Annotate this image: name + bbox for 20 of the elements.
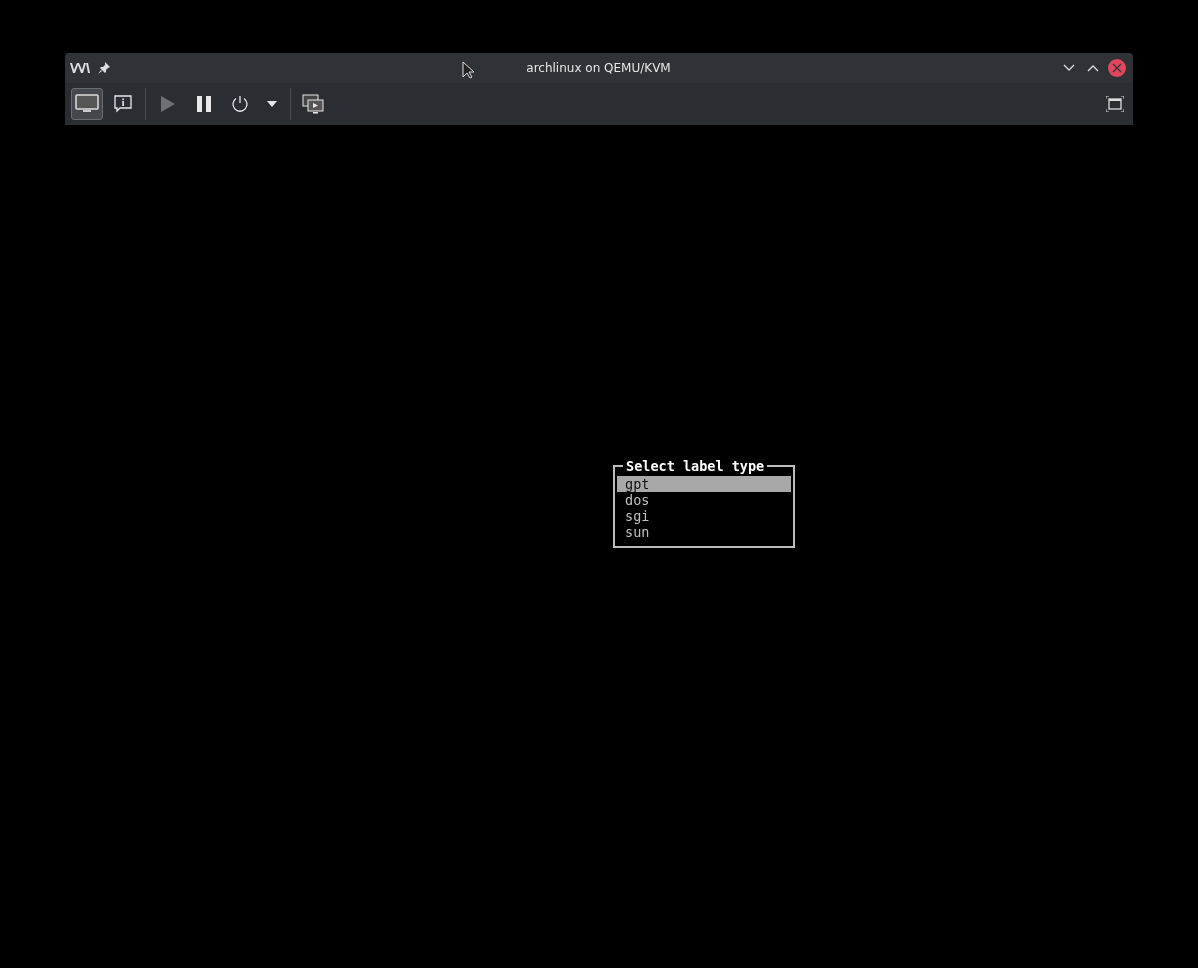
monitor-icon (75, 94, 99, 114)
console-button[interactable] (71, 88, 103, 120)
power-icon (231, 95, 249, 113)
menu-option[interactable]: gpt (617, 476, 791, 492)
app-logo-icon (70, 63, 90, 73)
play-icon (160, 95, 176, 113)
chevron-up-icon (1087, 64, 1099, 72)
pin-icon[interactable] (98, 62, 110, 74)
window-title: archlinux on QEMU/KVM (526, 61, 671, 75)
pause-icon (196, 95, 212, 113)
close-button[interactable] (1105, 56, 1129, 80)
info-icon (114, 95, 132, 113)
caret-icon (267, 101, 277, 107)
menu-option[interactable]: sun (617, 524, 791, 540)
screens-icon (302, 94, 324, 114)
dialog-title: Select label type (623, 458, 768, 474)
mouse-cursor-icon (462, 61, 474, 79)
menu-option[interactable]: dos (617, 492, 791, 508)
menu-option[interactable]: sgi (617, 508, 791, 524)
chevron-down-icon (1063, 64, 1075, 72)
